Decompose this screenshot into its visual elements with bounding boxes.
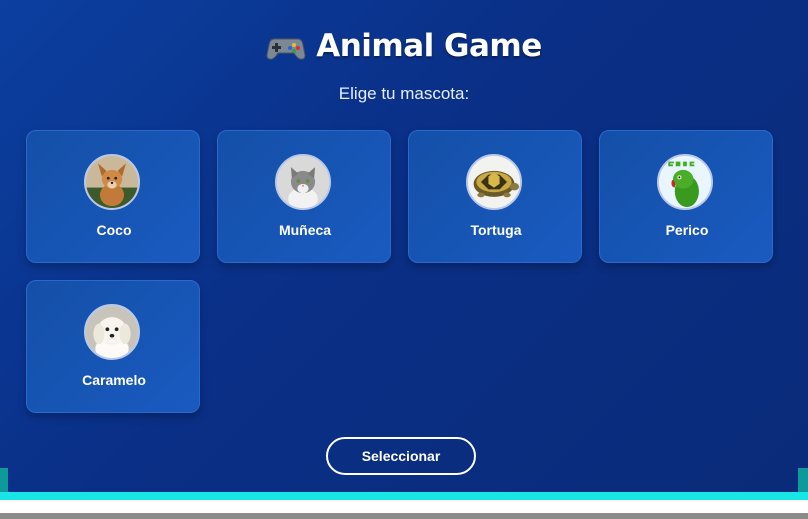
pet-card-perico[interactable]: Perico [599,130,773,263]
dog-icon [84,154,140,210]
game-panel: Animal Game Elige tu mascota: Coco Muñec… [0,0,808,492]
turtle-icon [466,154,522,210]
puppy-icon [84,304,140,360]
subtitle: Elige tu mascota: [338,84,470,103]
pet-name: Perico [665,222,709,238]
page-title: Animal Game [0,28,808,69]
pet-card-muneca[interactable]: Muñeca [217,130,391,263]
bottom-divider [0,513,808,519]
pet-name: Caramelo [82,372,146,388]
gamepad-icon [266,33,306,69]
select-button[interactable]: Seleccionar [326,437,476,475]
bottom-accent-bar [0,492,808,500]
pet-card-caramelo[interactable]: Caramelo [26,280,200,413]
pet-name: Muñeca [278,222,332,238]
cat-icon [275,154,331,210]
title-text: Animal Game [316,28,542,64]
pet-card-coco[interactable]: Coco [26,130,200,263]
pet-card-tortuga[interactable]: Tortuga [408,130,582,263]
pet-name: Coco [96,222,132,238]
parrot-icon [657,154,713,210]
pet-name: Tortuga [470,222,522,238]
